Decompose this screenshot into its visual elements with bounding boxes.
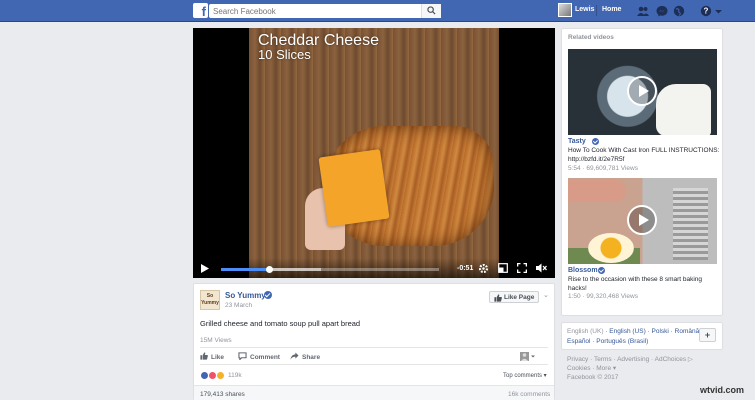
- search-input[interactable]: [209, 4, 441, 18]
- like-button[interactable]: Like: [200, 352, 224, 361]
- post-text: Grilled cheese and tomato soup pull apar…: [200, 319, 361, 328]
- post-options-chevron-icon[interactable]: ⌄: [543, 291, 549, 299]
- related-video-meta: 5:54 · 69,609,781 Views: [568, 165, 638, 172]
- mute-volume-icon[interactable]: [536, 263, 547, 273]
- friend-requests-icon[interactable]: [637, 5, 649, 17]
- settings-gear-icon[interactable]: [478, 263, 489, 274]
- comment-bubble-icon: [238, 352, 247, 361]
- comment-button[interactable]: Comment: [238, 352, 280, 361]
- page-avatar[interactable]: So Yummy: [200, 290, 220, 310]
- language-option[interactable]: Español: [567, 338, 591, 345]
- help-icon[interactable]: ?: [700, 5, 712, 17]
- post-card: So Yummy So Yummy 23 March Like Page ⌄ G…: [193, 283, 555, 400]
- video-overlay-title: Cheddar Cheese: [258, 32, 379, 49]
- time-remaining: -0:51: [457, 265, 474, 272]
- like-page-button[interactable]: Like Page: [489, 291, 539, 303]
- svg-text:?: ?: [704, 7, 709, 16]
- footer-copyright: Facebook © 2017: [567, 374, 619, 381]
- language-option[interactable]: English (US): [609, 328, 645, 335]
- related-video-meta: 1:50 · 99,320,468 Views: [568, 293, 638, 300]
- search-button[interactable]: [421, 4, 441, 18]
- play-icon[interactable]: [201, 264, 209, 273]
- related-videos-heading: Related videos: [568, 34, 614, 41]
- related-video-description[interactable]: How To Cook With Cast Iron FULL INSTRUCT…: [568, 147, 720, 164]
- related-video-thumbnail[interactable]: [568, 49, 717, 135]
- fullscreen-icon[interactable]: [517, 263, 527, 273]
- related-videos-panel: Related videos Tasty How To Cook With Ca…: [561, 28, 723, 316]
- page-name-link[interactable]: So Yummy: [225, 291, 266, 300]
- cloth-image: [656, 84, 711, 135]
- language-option[interactable]: Polski: [652, 328, 669, 335]
- post-as-selector[interactable]: [520, 352, 539, 362]
- profile-link[interactable]: Lewis: [575, 6, 594, 13]
- view-count: 15M Views: [200, 337, 232, 344]
- video-frame: [249, 28, 499, 278]
- play-circle-icon[interactable]: [627, 205, 657, 235]
- related-video-source[interactable]: Tasty: [568, 138, 586, 145]
- watermark: wtvid.com: [700, 385, 745, 395]
- verified-badge-icon: [592, 138, 599, 145]
- related-video-description[interactable]: Rise to the occasion with these 8 smart …: [568, 276, 720, 293]
- comment-count-link[interactable]: 16k comments: [508, 391, 550, 398]
- progress-bar[interactable]: [221, 266, 439, 273]
- wow-reaction-icon: [216, 371, 225, 380]
- played-bar: [221, 268, 269, 271]
- messages-icon[interactable]: [656, 5, 668, 17]
- account-menu-chevron-down-icon[interactable]: [714, 5, 726, 17]
- share-arrow-icon: [290, 352, 299, 360]
- globe-notifications-icon[interactable]: [673, 5, 685, 17]
- video-controls: -0:51: [193, 258, 555, 278]
- like-label: Like: [211, 354, 225, 361]
- language-current: English (UK): [567, 328, 604, 335]
- play-circle-icon[interactable]: [627, 76, 657, 106]
- video-overlay-subtitle: 10 Slices: [258, 47, 311, 62]
- verified-badge-icon: [264, 291, 272, 299]
- profile-avatar-icon: [520, 352, 535, 361]
- video-player[interactable]: -0:51: [193, 28, 555, 278]
- footer-line-2[interactable]: Cookies · More ▾: [567, 364, 717, 373]
- like-thumbs-up-icon: [200, 352, 208, 360]
- scrubber-handle[interactable]: [265, 266, 273, 273]
- post-date[interactable]: 23 March: [225, 302, 252, 309]
- share-label: Share: [302, 354, 321, 361]
- cheese-slice-image: [318, 149, 390, 227]
- user-avatar[interactable]: [558, 3, 572, 17]
- finger-image: [568, 180, 626, 202]
- reaction-count[interactable]: 119k: [228, 372, 242, 379]
- language-option[interactable]: Português (Brasil): [596, 338, 648, 345]
- facebook-logo[interactable]: f: [193, 3, 208, 18]
- verified-badge-icon: [598, 267, 605, 274]
- thumbs-up-icon: [494, 294, 502, 302]
- related-video-thumbnail[interactable]: [568, 178, 717, 264]
- divider: [596, 5, 597, 16]
- related-video-source[interactable]: Blossom: [568, 267, 598, 274]
- post-action-bar: Like Comment Share: [200, 347, 548, 365]
- share-button[interactable]: Share: [290, 352, 320, 361]
- language-line-1: English (UK) · English (US) · Polski · R…: [567, 328, 700, 335]
- footer-links: Privacy · Terms · Advertising · AdChoice…: [567, 355, 717, 382]
- pop-out-icon[interactable]: [498, 263, 508, 273]
- top-navigation-bar: f Lewis Home ?: [0, 0, 755, 22]
- grater-image: [673, 188, 708, 260]
- like-page-label: Like Page: [504, 294, 535, 301]
- share-count-link[interactable]: 179,413 shares: [200, 391, 245, 398]
- more-languages-button[interactable]: +: [699, 328, 716, 342]
- home-link[interactable]: Home: [602, 6, 621, 13]
- post-footer: 179,413 shares 16k comments: [194, 385, 554, 400]
- language-selector: English (UK) · English (US) · Polski · R…: [561, 322, 723, 350]
- top-comments-dropdown[interactable]: Top comments ▾: [503, 372, 547, 379]
- language-line-2: Español · Português (Brasil): [567, 338, 649, 345]
- language-option[interactable]: Română: [675, 328, 700, 335]
- egg-yolk-image: [588, 233, 634, 263]
- footer-line-1[interactable]: Privacy · Terms · Advertising · AdChoice…: [567, 355, 717, 364]
- comment-label: Comment: [250, 354, 280, 361]
- search-icon: [427, 6, 436, 15]
